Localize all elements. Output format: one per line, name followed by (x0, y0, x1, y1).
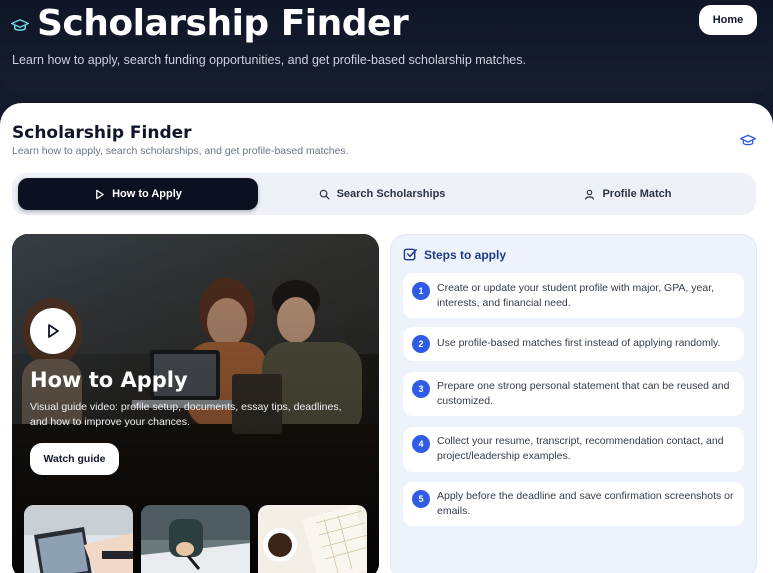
step-text: Prepare one strong personal statement th… (437, 380, 730, 407)
play-icon (48, 324, 59, 338)
card-subtitle: Learn how to apply, search scholarships,… (12, 145, 349, 157)
steps-panel: Steps to apply 1 Create or update your s… (390, 234, 757, 573)
step-text: Apply before the deadline and save confi… (437, 490, 734, 517)
tab-search-scholarships[interactable]: Search Scholarships (262, 178, 502, 210)
user-icon (585, 189, 595, 200)
card-title: Scholarship Finder (12, 123, 192, 143)
tab-profile-match[interactable]: Profile Match (506, 178, 750, 210)
app-subtitle: Learn how to apply, search funding oppor… (12, 53, 526, 67)
main-card: Scholarship Finder Learn how to apply, s… (0, 103, 773, 573)
tab-label: How to Apply (112, 188, 182, 200)
step-text: Use profile-based matches first instead … (437, 337, 721, 349)
app-title: Scholarship Finder (37, 3, 409, 44)
step-text: Create or update your student profile wi… (437, 282, 715, 309)
laptop-typing-image (24, 505, 133, 573)
step-number-badge: 4 (412, 435, 430, 453)
graduation-cap-icon (11, 19, 29, 31)
step-number-badge: 5 (412, 490, 430, 508)
play-video-button[interactable] (30, 308, 76, 354)
step-number-badge: 1 (412, 282, 430, 300)
step-item: 2 Use profile-based matches first instea… (403, 327, 744, 361)
graduation-cap-icon (740, 134, 756, 146)
step-item: 5 Apply before the deadline and save con… (403, 482, 744, 526)
calendar-coffee-image (258, 505, 367, 573)
signing-document-image (141, 505, 250, 573)
thumbnail-laptop[interactable] (24, 505, 133, 573)
step-text: Collect your resume, transcript, recomme… (437, 435, 724, 462)
tab-label: Search Scholarships (336, 188, 446, 200)
watch-guide-button[interactable]: Watch guide (30, 443, 119, 475)
video-description: Visual guide video: profile setup, docum… (30, 401, 342, 428)
step-item: 1 Create or update your student profile … (403, 273, 744, 318)
top-header: Scholarship Finder Learn how to apply, s… (0, 0, 773, 92)
steps-title: Steps to apply (424, 247, 507, 262)
steps-header: Steps to apply (403, 247, 506, 262)
step-item: 4 Collect your resume, transcript, recom… (403, 427, 744, 472)
step-number-badge: 3 (412, 380, 430, 398)
tab-label: Profile Match (602, 188, 672, 200)
thumbnail-signing[interactable] (141, 505, 250, 573)
step-item: 3 Prepare one strong personal statement … (403, 372, 744, 416)
tab-bar: How to Apply Search Scholarships Profile… (12, 173, 756, 215)
thumbnail-calendar[interactable] (258, 505, 367, 573)
checkbox-icon (403, 248, 417, 261)
home-button[interactable]: Home (699, 5, 757, 35)
video-guide-panel: How to Apply Visual guide video: profile… (12, 234, 379, 573)
play-icon (96, 189, 104, 199)
search-icon (319, 189, 330, 199)
video-title: How to Apply (30, 368, 188, 392)
tab-how-to-apply[interactable]: How to Apply (18, 178, 258, 210)
step-number-badge: 2 (412, 335, 430, 353)
